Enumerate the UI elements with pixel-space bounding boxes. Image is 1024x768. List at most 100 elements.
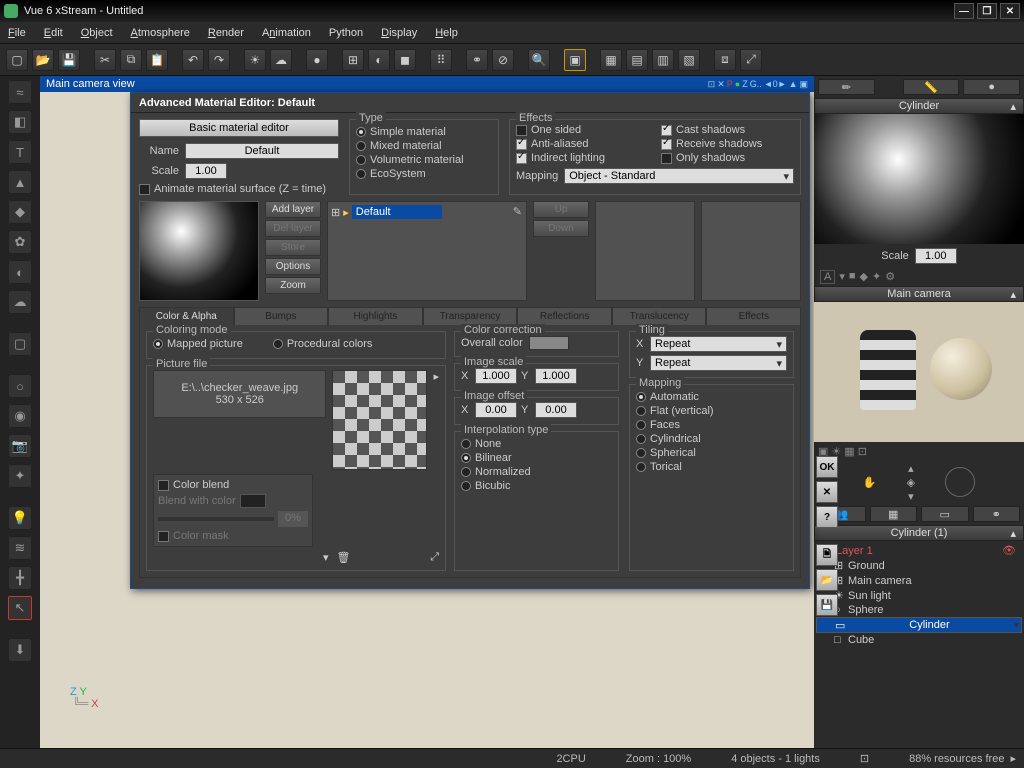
effect-checkbox[interactable]: Cast shadows	[661, 124, 794, 136]
menu-edit[interactable]: Edit	[44, 27, 63, 39]
menu-python[interactable]: Python	[329, 27, 363, 39]
tool-cloud2-icon[interactable]: ☁	[8, 290, 32, 314]
tool-rock-icon[interactable]: ◆	[8, 200, 32, 224]
effect-checkbox[interactable]: Indirect lighting	[516, 152, 649, 164]
dot1-icon[interactable]: ■	[849, 270, 856, 284]
tool-expand-icon[interactable]: ⤢	[740, 49, 762, 71]
mapping-radio[interactable]: Cylindrical	[636, 433, 787, 445]
effect-checkbox[interactable]: Only shadows	[661, 152, 794, 164]
material-tab[interactable]: Color & Alpha	[139, 307, 234, 325]
tool-solid-icon[interactable]: ◼	[394, 49, 416, 71]
menu-atmosphere[interactable]: Atmosphere	[131, 27, 190, 39]
tool-render-icon[interactable]: ●	[306, 49, 328, 71]
vp-icon[interactable]: ▣	[799, 79, 808, 90]
effect-checkbox[interactable]: One sided	[516, 124, 649, 136]
tool-import-icon[interactable]: ⬇	[8, 638, 32, 662]
dot2-icon[interactable]: ◆	[860, 270, 868, 284]
mapping-select[interactable]: Object - Standard	[564, 168, 794, 184]
arrow-down-icon[interactable]: ▾	[323, 551, 329, 564]
material-tab[interactable]: Translucency	[612, 307, 707, 325]
cancel-button[interactable]: ✕	[816, 481, 838, 503]
maximize-button[interactable]: ❐	[977, 3, 997, 19]
hand-icon[interactable]: ✋	[863, 476, 877, 489]
star-icon[interactable]: ✦	[872, 270, 881, 284]
tree-item[interactable]: ▭Cylinder	[816, 617, 1022, 633]
vp-icon[interactable]: G..	[750, 79, 762, 90]
menu-help[interactable]: Help	[435, 27, 458, 39]
anim-icon[interactable]: ▭	[921, 506, 969, 522]
interp-radio[interactable]: None	[461, 438, 612, 450]
imgscale-y[interactable]	[535, 368, 577, 384]
tree-item[interactable]: □Cube	[816, 633, 1022, 647]
tree-item[interactable]: ○Sphere	[816, 603, 1022, 617]
tool-undo-icon[interactable]: ↶	[182, 49, 204, 71]
link2-icon[interactable]: ⚭	[973, 506, 1021, 522]
tool-terrain-icon[interactable]: ▲	[8, 170, 32, 194]
tool-cut-icon[interactable]: ✂	[94, 49, 116, 71]
ruler-icon[interactable]: 📏	[903, 79, 960, 95]
tool-fan-icon[interactable]: ✦	[8, 464, 32, 488]
sphere-icon[interactable]: ●	[963, 79, 1020, 95]
camera-preview[interactable]	[814, 302, 1024, 442]
blend-pct[interactable]: 0%	[278, 511, 308, 527]
tool-frame-icon[interactable]: ⧈	[714, 49, 736, 71]
blend-color-swatch[interactable]	[240, 494, 266, 508]
file-button[interactable]: 🗎	[816, 544, 838, 566]
vp-icon[interactable]: ▲	[789, 79, 798, 90]
tool-shade-icon[interactable]: ◐	[368, 49, 390, 71]
tool-copy-icon[interactable]: ⧉	[120, 49, 142, 71]
material-tab[interactable]: Highlights	[328, 307, 423, 325]
vp-icon[interactable]: P	[727, 79, 733, 90]
nav-cube-icon[interactable]: ◈	[907, 476, 915, 489]
menu-file[interactable]: File	[8, 27, 26, 39]
tool-water-icon[interactable]: ≈	[8, 80, 32, 104]
layer-item[interactable]: Default	[352, 205, 442, 219]
layer-button[interactable]: Del layer	[265, 220, 321, 237]
tool-zoom-icon[interactable]: 🔍	[528, 49, 550, 71]
imgscale-x[interactable]	[475, 368, 517, 384]
animate-checkbox[interactable]: Animate material surface (Z = time)	[139, 183, 339, 195]
nav-up-icon[interactable]: ▴	[908, 462, 914, 475]
tool-layout4-icon[interactable]: ▧	[678, 49, 700, 71]
color-blend-checkbox[interactable]: Color blend	[158, 479, 308, 491]
tool-colors-icon[interactable]: ⠿	[430, 49, 452, 71]
layer-button[interactable]: Add layer	[265, 201, 321, 218]
tool-layout1-icon[interactable]: ▦	[600, 49, 622, 71]
vp-icon[interactable]: ●	[735, 79, 740, 90]
nav-icon[interactable]: ⊡	[858, 445, 867, 458]
coloring-radio[interactable]: Procedural colors	[273, 338, 373, 350]
type-radio[interactable]: Volumetric material	[356, 154, 492, 166]
arrow-icon[interactable]: ▸	[433, 370, 439, 383]
tool-sphere-icon[interactable]: ○	[8, 374, 32, 398]
tool-select-icon[interactable]: ▣	[564, 49, 586, 71]
type-radio[interactable]: Simple material	[356, 126, 492, 138]
ok-button[interactable]: OK	[816, 456, 838, 478]
tool-wind-icon[interactable]: ≋	[8, 536, 32, 560]
save-button[interactable]: 💾	[816, 594, 838, 616]
tool-cloud-icon[interactable]: ☁	[270, 49, 292, 71]
tool-paste-icon[interactable]: 📋	[146, 49, 168, 71]
world-tree[interactable]: ▸Layer 1👁⊞Ground⊞Main camera☀Sun light○S…	[814, 541, 1024, 748]
vp-icon[interactable]: ✕	[717, 79, 725, 90]
mapping-radio[interactable]: Automatic	[636, 391, 787, 403]
basic-editor-button[interactable]: Basic material editor	[139, 119, 339, 137]
dd-icon[interactable]: ▾	[839, 270, 845, 284]
material-preview[interactable]	[139, 201, 259, 301]
effect-checkbox[interactable]: Anti-aliased	[516, 138, 649, 150]
layer-list[interactable]: ⊞ ▸ Default ✎	[327, 201, 527, 301]
layer-button[interactable]: Zoom	[265, 277, 321, 294]
menu-display[interactable]: Display	[381, 27, 417, 39]
menu-object[interactable]: Object	[81, 27, 113, 39]
a-icon[interactable]: A	[820, 270, 835, 284]
picture-file-info[interactable]: E:\..\checker_weave.jpg 530 x 526	[153, 370, 326, 418]
mapping-radio[interactable]: Flat (vertical)	[636, 405, 787, 417]
type-radio[interactable]: EcoSystem	[356, 168, 492, 180]
layer-button[interactable]: Options	[265, 258, 321, 275]
tree-item[interactable]: ⊞Ground	[816, 558, 1022, 573]
status-arrow-icon[interactable]: ▸	[1010, 752, 1016, 765]
lib-icon[interactable]: ▦	[870, 506, 918, 522]
vp-icon[interactable]: ◄0►	[764, 79, 787, 90]
tool-camera-icon[interactable]: 📷	[8, 434, 32, 458]
layer-button[interactable]: Store	[265, 239, 321, 256]
obj-scale-input[interactable]	[915, 248, 957, 264]
